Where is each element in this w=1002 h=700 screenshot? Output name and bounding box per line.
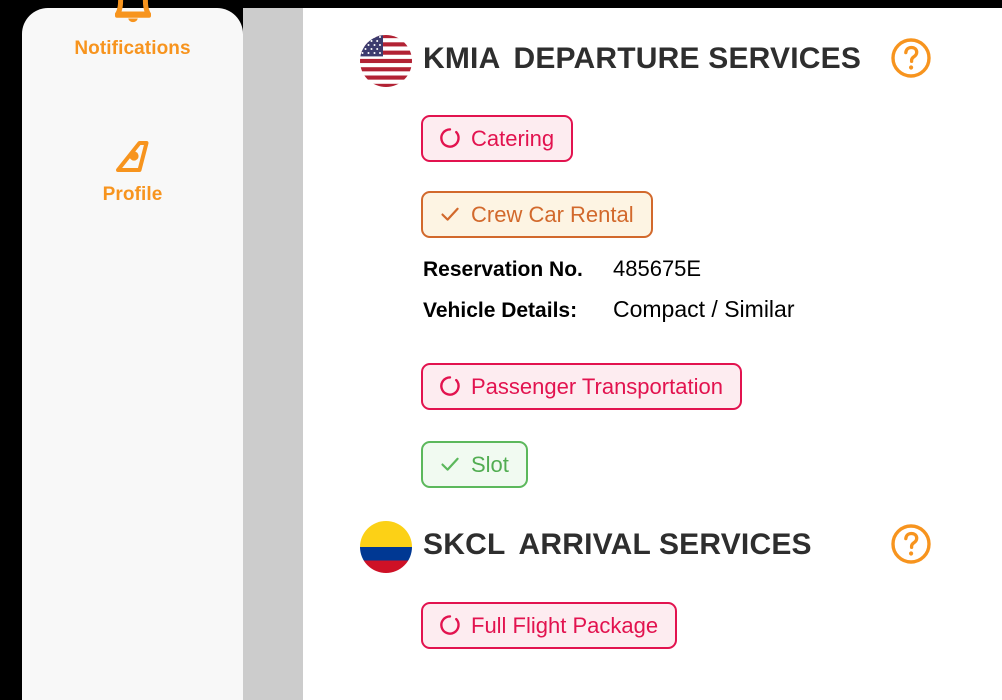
help-circle-icon[interactable] [889, 522, 933, 566]
arrival-header: SKCL ARRIVAL SERVICES [303, 494, 1002, 573]
sidebar: Notifications Profile [22, 0, 243, 700]
section-departure: KMIA DEPARTURE SERVICES Catering Crew Ca… [303, 8, 1002, 488]
service-label: Passenger Transportation [471, 374, 723, 399]
detail-value: Compact / Similar [613, 296, 795, 322]
service-label: Full Flight Package [471, 613, 659, 638]
service-chip-slot[interactable]: Slot [421, 441, 528, 488]
arrival-title: SKCL ARRIVAL SERVICES [423, 528, 812, 562]
chip-row-passenger-transportation: Passenger Transportation [421, 363, 742, 410]
departure-airport-code: KMIA [423, 42, 501, 75]
us-flag-icon [359, 34, 413, 88]
chip-row-slot: Slot [421, 441, 528, 488]
help-circle-icon[interactable] [889, 36, 933, 80]
service-chip-catering[interactable]: Catering [421, 115, 574, 162]
departure-header: KMIA DEPARTURE SERVICES [303, 8, 1002, 87]
service-label: Crew Car Rental [471, 202, 634, 227]
crew-car-rental-details: Reservation No. 485675E Vehicle Details:… [423, 256, 794, 336]
departure-title-text: DEPARTURE SERVICES [513, 42, 862, 75]
service-chip-crew-car-rental[interactable]: Crew Car Rental [421, 191, 653, 238]
detail-key: Vehicle Details: [423, 299, 578, 322]
departure-title: KMIA DEPARTURE SERVICES [423, 42, 861, 76]
arrival-title-text: ARRIVAL SERVICES [518, 528, 812, 561]
pending-circle-icon [438, 126, 462, 150]
service-chip-full-flight-package[interactable]: Full Flight Package [421, 602, 678, 649]
sidebar-item-label: Notifications [74, 38, 191, 59]
detail-row-vehicle: Vehicle Details: Compact / Similar [423, 296, 794, 336]
chip-row-full-flight-package: Full Flight Package [421, 602, 678, 649]
service-label: Catering [471, 126, 555, 151]
sidebar-item-profile[interactable]: Profile [22, 134, 243, 206]
section-arrival: SKCL ARRIVAL SERVICES Full Flight Packag… [303, 494, 1002, 649]
chip-row-catering: Catering [421, 115, 574, 162]
airline-tail-icon [110, 134, 156, 180]
chip-row-crew-car-rental: Crew Car Rental [421, 191, 653, 238]
detail-key: Reservation No. [423, 258, 583, 281]
service-chip-passenger-transportation[interactable]: Passenger Transportation [421, 363, 742, 410]
sidebar-item-notifications[interactable]: Notifications [22, 0, 243, 60]
sidebar-item-label: Profile [102, 184, 163, 205]
check-icon [438, 452, 462, 476]
service-label: Slot [471, 452, 509, 477]
detail-value: 485675E [613, 256, 702, 281]
bell-icon [107, 0, 159, 34]
pending-circle-icon [438, 374, 462, 398]
arrival-airport-code: SKCL [423, 528, 506, 561]
pending-circle-icon [438, 613, 462, 637]
check-icon [438, 202, 462, 226]
main-content: KMIA DEPARTURE SERVICES Catering Crew Ca… [303, 8, 1002, 700]
detail-row-reservation: Reservation No. 485675E [423, 256, 794, 296]
colombia-flag-icon [359, 520, 413, 574]
app-root: KMIA DEPARTURE SERVICES Catering Crew Ca… [0, 0, 1002, 700]
scrollbar-track[interactable] [243, 8, 303, 700]
